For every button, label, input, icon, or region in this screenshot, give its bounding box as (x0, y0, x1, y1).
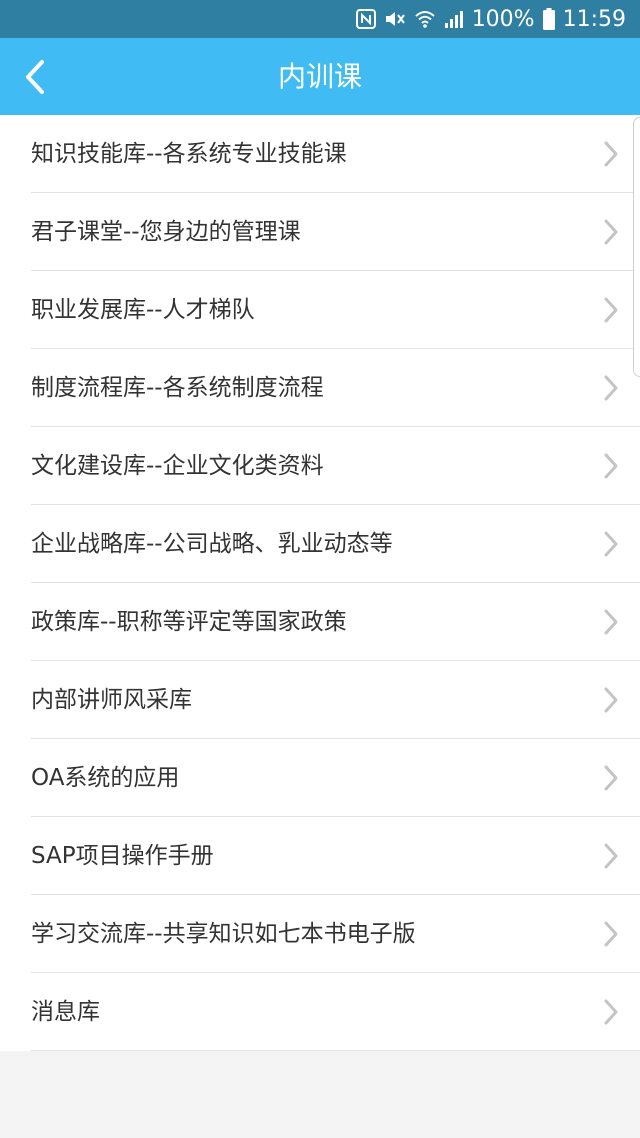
list-item-label: OA系统的应用 (31, 765, 180, 791)
chevron-right-icon (604, 531, 618, 557)
chevron-right-icon (604, 765, 618, 791)
chevron-right-icon (604, 609, 618, 635)
chevron-right-icon (604, 219, 618, 245)
chevron-right-icon (604, 843, 618, 869)
list-item-label: 职业发展库--人才梯队 (31, 297, 255, 323)
status-icons: 100% 11:59 (355, 0, 626, 38)
chevron-right-icon (604, 921, 618, 947)
list-item[interactable]: OA系统的应用 (0, 739, 640, 817)
list-item[interactable]: 知识技能库--各系统专业技能课 (0, 115, 640, 193)
battery-percent: 100% (471, 6, 535, 32)
list-item-label: 政策库--职称等评定等国家政策 (31, 609, 347, 635)
mute-icon (384, 9, 406, 29)
edge-panel-handle[interactable] (633, 117, 640, 377)
chevron-right-icon (604, 999, 618, 1025)
list-item[interactable]: 君子课堂--您身边的管理课 (0, 193, 640, 271)
divider (31, 1050, 640, 1051)
list-item-label: 文化建设库--企业文化类资料 (31, 453, 324, 479)
list-item[interactable]: 职业发展库--人才梯队 (0, 271, 640, 349)
list-item[interactable]: 制度流程库--各系统制度流程 (0, 349, 640, 427)
wifi-icon (414, 9, 436, 29)
chevron-right-icon (604, 297, 618, 323)
list-item-label: 企业战略库--公司战略、乳业动态等 (31, 531, 393, 557)
signal-icon (444, 9, 464, 29)
clock: 11:59 (562, 6, 626, 32)
list-item-label: 制度流程库--各系统制度流程 (31, 375, 324, 401)
battery-icon (542, 8, 555, 30)
list-item[interactable]: SAP项目操作手册 (0, 817, 640, 895)
list-item-label: 消息库 (31, 999, 100, 1025)
nfc-icon (355, 9, 376, 29)
list-item-label: 君子课堂--您身边的管理课 (31, 219, 301, 245)
list-item[interactable]: 政策库--职称等评定等国家政策 (0, 583, 640, 661)
page-title: 内训课 (277, 60, 362, 93)
list-item[interactable]: 内部讲师风采库 (0, 661, 640, 739)
back-arrow-icon (26, 59, 44, 94)
chevron-right-icon (604, 687, 618, 713)
list-item[interactable]: 文化建设库--企业文化类资料 (0, 427, 640, 505)
header: 内训课 (0, 38, 640, 115)
list-item-label: SAP项目操作手册 (31, 843, 214, 869)
chevron-right-icon (604, 141, 618, 167)
chevron-right-icon (604, 375, 618, 401)
list-item-label: 知识技能库--各系统专业技能课 (31, 141, 347, 167)
back-button[interactable] (10, 48, 60, 105)
status-bar: 100% 11:59 (0, 0, 640, 38)
list-item[interactable]: 学习交流库--共享知识如七本书电子版 (0, 895, 640, 973)
list-item[interactable]: 企业战略库--公司战略、乳业动态等 (0, 505, 640, 583)
list-item-label: 内部讲师风采库 (31, 687, 192, 713)
chevron-right-icon (604, 453, 618, 479)
course-list: 知识技能库--各系统专业技能课 君子课堂--您身边的管理课 职业发展库--人才梯… (0, 115, 640, 1051)
list-item[interactable]: 消息库 (0, 973, 640, 1051)
list-item-label: 学习交流库--共享知识如七本书电子版 (31, 921, 416, 947)
